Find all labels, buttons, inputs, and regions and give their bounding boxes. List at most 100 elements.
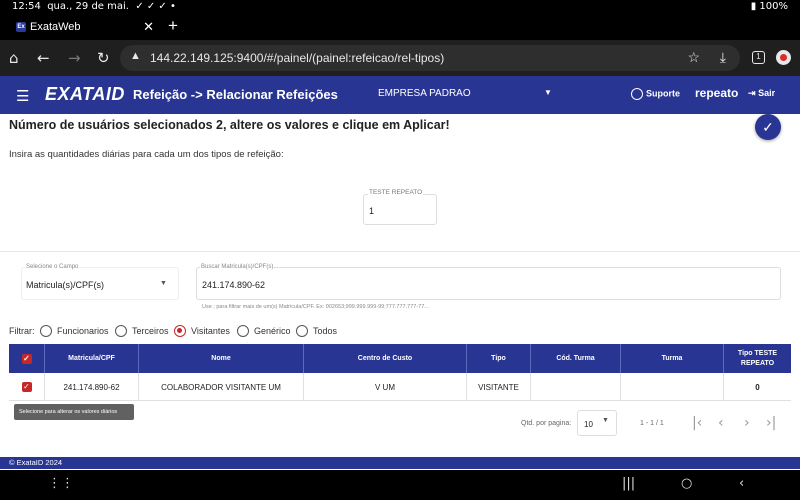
radio-terceiros[interactable] [115, 325, 127, 337]
forward-icon[interactable]: → [68, 49, 81, 67]
cell-cod-turma [531, 373, 621, 401]
cell-turma [621, 373, 724, 401]
chevron-down-icon[interactable]: ▼ [544, 88, 552, 97]
home-nav-icon[interactable]: ○ [681, 476, 692, 491]
app-header: ☰ EXATAID Refeição -> Relacionar Refeiçõ… [0, 76, 800, 114]
first-page-icon[interactable]: |‹ [692, 415, 702, 431]
radio-label-generico: Genérico [254, 326, 291, 336]
back-icon[interactable]: ← [37, 49, 50, 67]
chevron-down-icon[interactable]: ▼ [160, 280, 167, 287]
search-value: 241.174.890-62 [202, 280, 266, 290]
recents-icon[interactable]: ||| [622, 476, 635, 491]
radio-label-funcionarios: Funcionarios [57, 326, 109, 336]
radio-generico[interactable] [237, 325, 249, 337]
header-cod-turma[interactable]: Cód. Turma [531, 344, 621, 373]
check-icon: ✓ [762, 119, 774, 135]
table-header: ✓ Matricula/CPF Nome Centro de Custo Tip… [9, 344, 791, 373]
cell-cpf: 241.174.890-62 [45, 373, 139, 401]
search-label: Buscar Matricula(s)/CPF(s)... [200, 264, 280, 270]
favicon-icon: Ex [16, 22, 26, 32]
tab-bar: Ex ExataWeb ✕ + [0, 15, 800, 40]
radio-label-terceiros: Terceiros [132, 326, 169, 336]
status-date: qua., 29 de mai. [47, 1, 129, 12]
header-cpf[interactable]: Matricula/CPF [45, 344, 139, 373]
close-tab-icon[interactable]: ✕ [143, 19, 154, 35]
search-input[interactable] [196, 267, 781, 300]
cell-nome: COLABORADOR VISITANTE UM [139, 373, 304, 401]
filter-label: Filtrar: [9, 326, 35, 336]
selection-message: Número de usuários selecionados 2, alter… [9, 118, 450, 132]
radio-label-todos: Todos [313, 326, 338, 336]
radio-visitantes[interactable] [174, 325, 186, 337]
logout-button[interactable]: ⇥ Sair [748, 88, 775, 99]
table-row[interactable]: ✓ 241.174.890-62 COLABORADOR VISITANTE U… [9, 373, 791, 401]
next-page-icon[interactable]: › [744, 415, 750, 431]
suporte-button[interactable]: Suporte [631, 88, 680, 100]
profile-avatar-icon[interactable] [776, 50, 791, 65]
chevron-down-icon[interactable]: ▼ [602, 417, 609, 424]
tab-switcher-button[interactable]: 1 [752, 51, 765, 64]
tooltip: Selecione para alterar os valores diário… [14, 404, 134, 420]
last-page-icon[interactable]: ›| [766, 415, 776, 431]
teste-repeato-label: TESTE REPEATO [368, 189, 424, 196]
logout-label: Sair [758, 88, 776, 98]
select-all-cell: ✓ [9, 344, 45, 373]
teste-repeato-value: 1 [369, 206, 375, 216]
logo-suffix: ID [105, 84, 125, 104]
apps-grid-icon[interactable]: ⋮⋮ [48, 476, 74, 491]
teste-repeato-field[interactable] [363, 194, 437, 225]
empresa-select[interactable]: EMPRESA PADRAO [378, 88, 471, 99]
android-nav-bar: ⋮⋮ ||| ○ ‹ [0, 470, 800, 500]
select-all-checkbox[interactable]: ✓ [21, 353, 32, 364]
prev-page-icon[interactable]: ‹ [718, 415, 724, 431]
header-nome[interactable]: Nome [139, 344, 304, 373]
logout-icon: ⇥ [748, 88, 756, 98]
header-turma[interactable]: Turma [621, 344, 724, 373]
back-nav-icon[interactable]: ‹ [739, 476, 744, 491]
header-centro-custo[interactable]: Centro de Custo [304, 344, 467, 373]
page-range: 1 - 1 / 1 [640, 420, 664, 427]
home-icon[interactable]: ⌂ [9, 49, 19, 67]
url-text: 144.22.149.125:9400/#/painel/(painel:ref… [150, 51, 445, 65]
suporte-label: Suporte [646, 88, 681, 99]
footer-text: © ExataID 2024 [9, 458, 63, 467]
warning-icon[interactable]: ▲ [130, 50, 141, 62]
battery-level: 100% [759, 1, 788, 12]
status-time: 12:54 [12, 1, 41, 12]
header-tipo-teste-repeato[interactable]: Tipo TESTE REPEATO [724, 344, 791, 373]
whatsapp-icon [631, 88, 643, 100]
cell-tipo: VISITANTE [467, 373, 531, 401]
bookmark-star-icon[interactable]: ☆ [687, 49, 700, 66]
status-bar: 12:54 qua., 29 de mai. ✓ ✓ ✓ • ▮ 100% [0, 0, 800, 15]
address-bar: ⌂ ← → ↻ ▲ 144.22.149.125:9400/#/painel/(… [0, 40, 800, 76]
per-page-value: 10 [584, 420, 593, 429]
notification-icons: ✓ ✓ ✓ • [135, 1, 176, 12]
search-hint: Use ; para filtrar mais de um(s) Matricu… [202, 304, 429, 310]
url-field[interactable]: ▲ 144.22.149.125:9400/#/painel/(painel:r… [120, 45, 740, 71]
campo-label: Selecione o Campo [25, 264, 80, 270]
new-tab-icon[interactable]: + [168, 16, 178, 36]
campo-value: Matricula(s)/CPF(s) [26, 280, 104, 290]
footer: © ExataID 2024 [0, 457, 800, 469]
per-page-select[interactable] [577, 410, 617, 436]
exataid-logo: EXATAID [45, 84, 125, 105]
cell-centro-custo: V UM [304, 373, 467, 401]
page-title: Refeição -> Relacionar Refeições [133, 87, 338, 102]
status-right: ▮ 100% [751, 1, 788, 12]
apply-button[interactable]: ✓ [755, 114, 781, 140]
menu-icon[interactable]: ☰ [16, 87, 29, 105]
battery-icon: ▮ [750, 1, 757, 12]
per-page-label: Qtd. por pagina: [521, 420, 572, 427]
divider [0, 251, 800, 252]
cell-qtd[interactable]: 0 [724, 373, 791, 401]
radio-todos[interactable] [296, 325, 308, 337]
radio-funcionarios[interactable] [40, 325, 52, 337]
row-checkbox[interactable]: ✓ [21, 382, 32, 392]
download-icon[interactable]: ⤓ [720, 49, 726, 66]
browser-tab[interactable]: Ex ExataWeb ✕ [10, 17, 160, 38]
header-tipo[interactable]: Tipo [467, 344, 531, 373]
row-checkbox-cell: ✓ [9, 373, 45, 401]
reload-icon[interactable]: ↻ [97, 49, 110, 67]
tab-title: ExataWeb [30, 21, 81, 33]
logo-text: EXATA [45, 84, 106, 104]
